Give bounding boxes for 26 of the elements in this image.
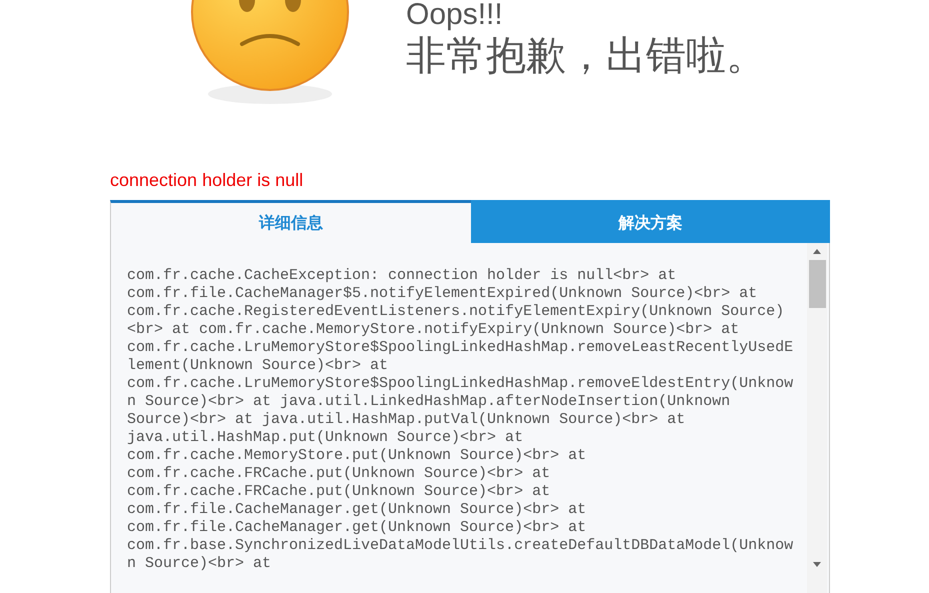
stack-trace-line: com.fr.base.SynchronizedLiveDataModelUtils.createDefaultDBDataModel(Unknow <box>127 537 794 555</box>
stack-trace-line: com.fr.cache.LruMemoryStore$SpoolingLinkedHashMap.removeEldestEntry(Unknow <box>127 375 794 393</box>
error-subtitle: 非常抱歉，出错啦。 <box>406 32 766 81</box>
stack-trace-line: Source)<br> at java.util.HashMap.putVal(Unknown Source)<br> at <box>127 411 686 429</box>
stack-trace-line: n Source)<br> at java.util.LinkedHashMap.afterNodeInsertion(Unknown <box>127 393 732 411</box>
oops-title: Oops!!! <box>406 0 504 30</box>
stack-trace-line: com.fr.cache.LruMemoryStore$SpoolingLinkedHashMap.removeLeastRecentlyUsedE <box>127 339 794 357</box>
stack-trace-line: com.fr.file.CacheManager.get(Unknown Source)<br> at <box>127 501 588 519</box>
stack-trace-line: com.fr.file.CacheManager$5.notifyElementExpired(Unknown Source)<br> at <box>127 285 758 303</box>
stack-trace-line: com.fr.cache.FRCache.put(Unknown Source)<br> at <box>127 483 552 501</box>
error-message: connection holder is null <box>110 170 304 192</box>
stack-trace-line: com.fr.cache.MemoryStore.put(Unknown Source)<br> at <box>127 447 588 465</box>
stack-trace-line: n Source)<br> at <box>127 555 272 573</box>
scrollbar[interactable] <box>807 243 827 593</box>
stack-trace-line: com.fr.cache.RegisteredEventListeners.notifyElementExpiry(Unknown Source) <box>127 303 786 321</box>
scroll-down-icon[interactable] <box>813 562 821 567</box>
stack-trace-line: com.fr.file.CacheManager.get(Unknown Source)<br> at <box>127 519 588 537</box>
stack-trace-line: <br> at com.fr.cache.MemoryStore.notifyExpiry(Unknown Source)<br> at <box>127 321 740 339</box>
stack-trace-line: com.fr.cache.FRCache.put(Unknown Source)<br> at <box>127 465 552 483</box>
scroll-up-icon[interactable] <box>813 249 821 254</box>
stack-trace-line: lement(Unknown Source)<br> at <box>127 357 390 375</box>
tab[interactable]: 详细信息 <box>110 200 470 243</box>
tab[interactable]: 解决方案 <box>470 200 830 243</box>
stack-trace-line: java.util.HashMap.put(Unknown Source)<br> at <box>127 429 524 447</box>
scrollbar-thumb[interactable] <box>808 260 826 308</box>
stack-trace-line: com.fr.cache.CacheException: connection holder is null<br> at <box>127 267 678 285</box>
